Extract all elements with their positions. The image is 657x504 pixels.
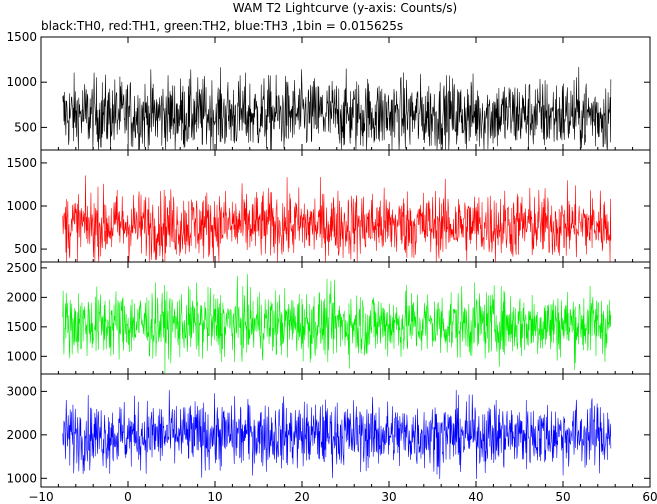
x-tick-label: 20 (294, 490, 309, 504)
series-trace-th2 (62, 273, 612, 375)
y-tick-label: 1000 (6, 349, 37, 363)
y-tick-label: 2000 (6, 428, 37, 442)
x-tick-label: −10 (28, 490, 53, 504)
y-tick-label: 1500 (6, 156, 37, 170)
y-tick-label: 1000 (6, 199, 37, 213)
panels: 5001000150050010001500100015002000250010… (6, 30, 651, 488)
x-tick-label: 30 (381, 490, 396, 504)
y-tick-label: 500 (14, 120, 37, 134)
y-tick-label: 1500 (6, 30, 37, 44)
panel-th2: 1000 1500 2000 2500 (6, 261, 651, 375)
x-tick-label: 10 (207, 490, 222, 504)
lightcurve-figure: WAM T2 Lightcurve (y-axis: Counts/s) bla… (6, 1, 657, 504)
y-tick-label: 1500 (6, 320, 37, 334)
y-tick-label: 3000 (6, 384, 37, 398)
x-tick-label: 0 (124, 490, 132, 504)
y-tick-label: 2500 (6, 261, 37, 275)
y-tick-label: 2000 (6, 290, 37, 304)
y-tick-label: 1000 (6, 471, 37, 485)
series-trace-th3 (62, 389, 612, 480)
series-trace-th1 (62, 175, 612, 263)
x-tick-label: 40 (468, 490, 483, 504)
x-tick-label: 50 (555, 490, 570, 504)
y-tick-label: 500 (14, 242, 37, 256)
x-axis: −10 0 10 20 30 40 50 60 (28, 490, 657, 504)
chart-subtitle: black:TH0, red:TH1, green:TH2, blue:TH3 … (41, 19, 403, 33)
series-trace-th0 (62, 66, 612, 151)
chart-title: WAM T2 Lightcurve (y-axis: Counts/s) (233, 1, 457, 15)
x-tick-label: 60 (642, 490, 657, 504)
panel-th1: 500 1000 1500 (6, 149, 651, 263)
y-tick-label: 1000 (6, 75, 37, 89)
panel-th0: 500 1000 1500 (6, 30, 651, 151)
panel-th3: 1000 2000 3000 (6, 373, 651, 488)
